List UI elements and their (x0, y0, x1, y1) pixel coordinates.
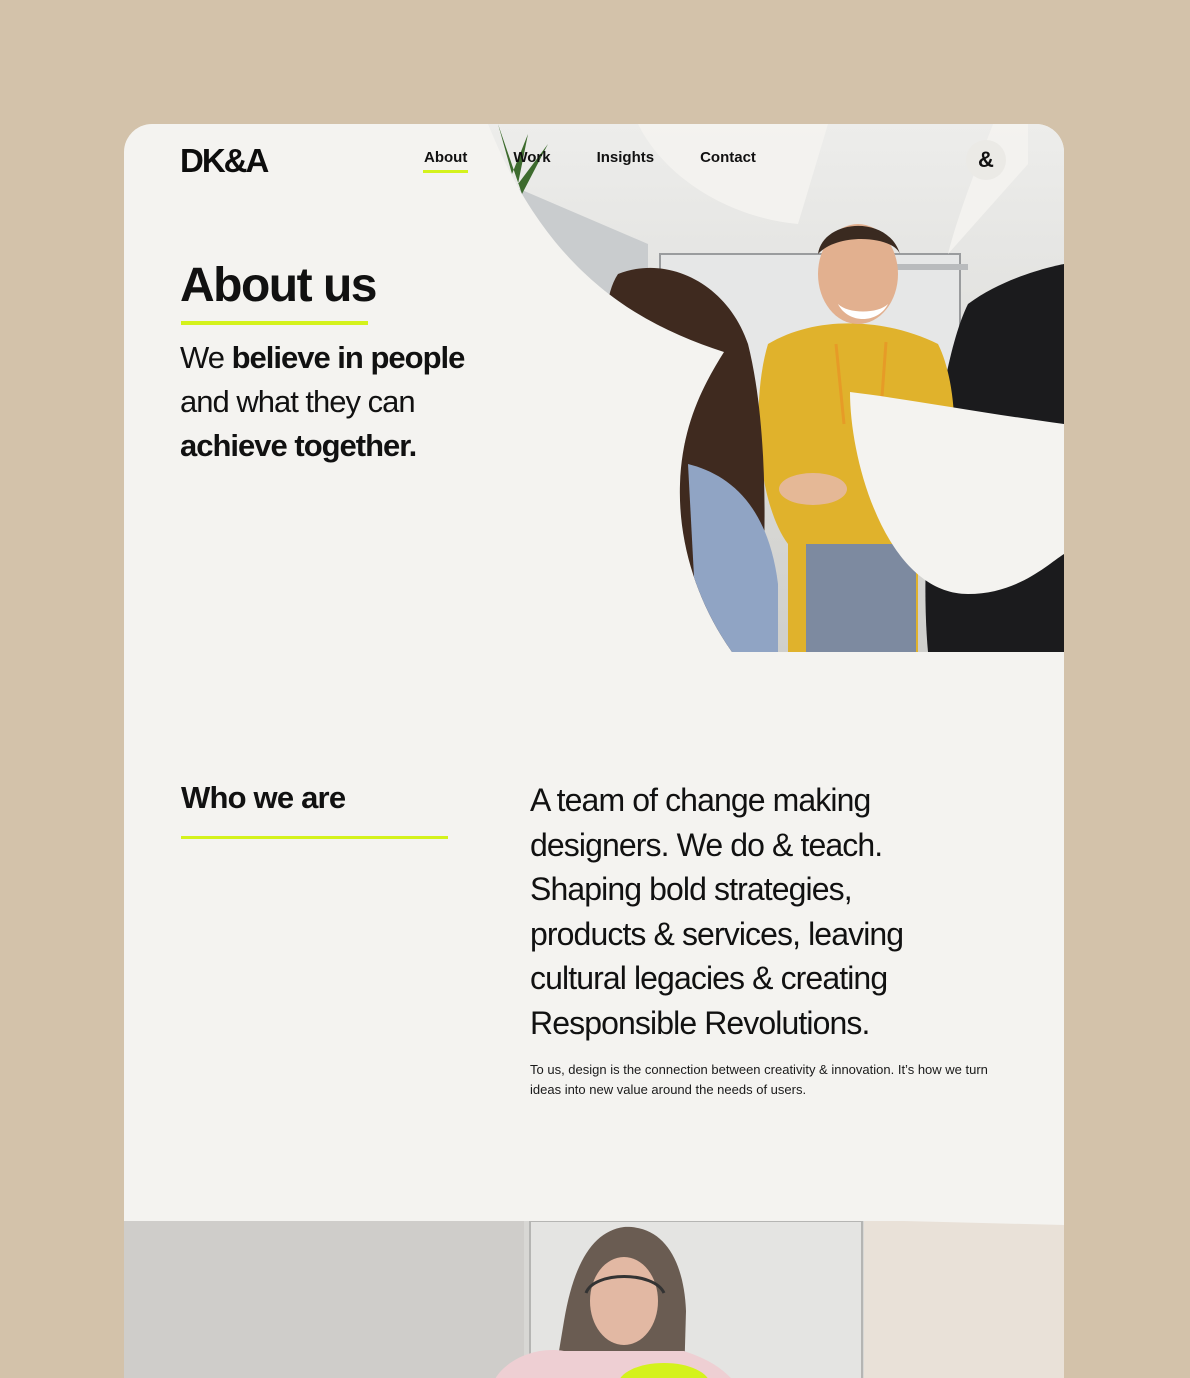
main-nav: About Work Insights Contact (422, 149, 802, 173)
nav-work[interactable]: Work (513, 149, 550, 170)
hero-subtitle: We believe in people and what they can a… (180, 336, 520, 468)
title-underline (181, 321, 368, 325)
brand-ampersand-button[interactable]: & (966, 140, 1006, 180)
ampersand-icon: & (978, 147, 994, 172)
subtitle-bold-2: achieve together. (180, 428, 417, 463)
nav-contact[interactable]: Contact (700, 149, 756, 170)
subtitle-part-1: We (180, 340, 232, 375)
section-title-who-we-are: Who we are (181, 780, 346, 815)
section-underline (181, 836, 448, 839)
subtitle-bold-1: believe in people (231, 340, 466, 375)
page-title: About us (180, 259, 377, 312)
bottom-photo (124, 1221, 1064, 1378)
nav-insights[interactable]: Insights (597, 149, 655, 170)
page-card: DK&A About Work Insights Contact & About… (124, 124, 1064, 1378)
who-lead-text: A team of change making designers. We do… (530, 782, 904, 1041)
subtitle-part-2: and what they can (180, 384, 416, 419)
hero-team-photo (488, 124, 1064, 652)
nav-about[interactable]: About (422, 149, 469, 173)
who-body-text: To us, design is the connection between … (530, 1062, 988, 1097)
logo[interactable]: DK&A (180, 142, 269, 180)
